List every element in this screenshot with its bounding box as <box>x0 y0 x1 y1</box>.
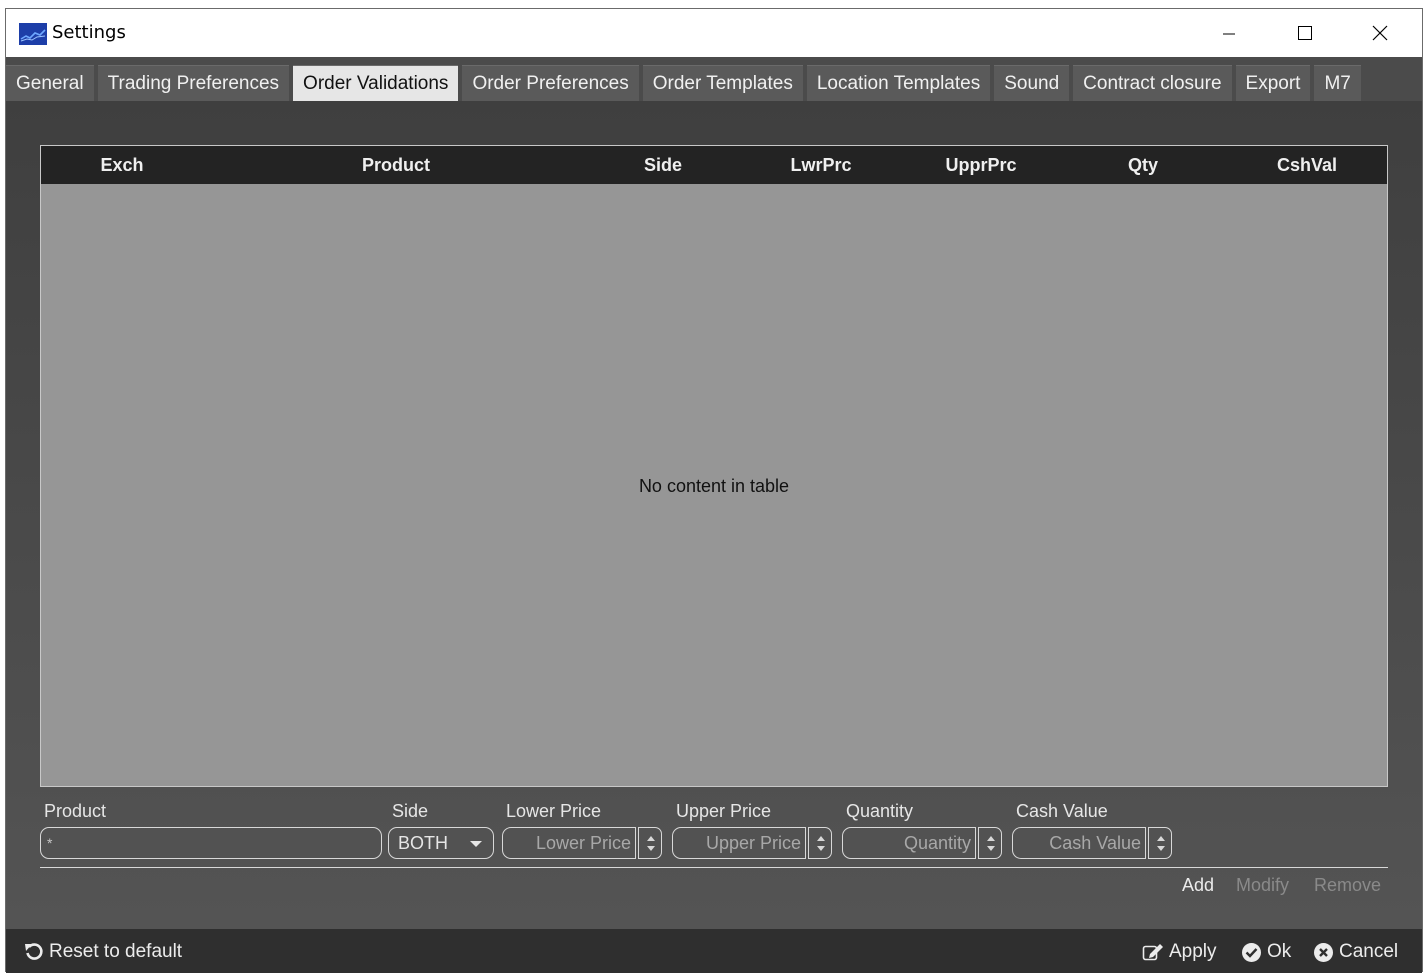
column-header-cshval[interactable]: CshVal <box>1277 146 1337 184</box>
tab-order-validations[interactable]: Order Validations <box>293 65 459 101</box>
spin-down-icon[interactable] <box>647 846 655 851</box>
lower-price-stepper[interactable]: Lower Price <box>502 827 664 859</box>
product-label: Product <box>44 801 107 821</box>
lower-price-spinner[interactable] <box>638 827 662 859</box>
spin-up-icon[interactable] <box>647 836 655 841</box>
quantity-spinner[interactable] <box>978 827 1002 859</box>
spin-up-icon[interactable] <box>817 836 825 841</box>
apply-label: Apply <box>1169 941 1217 962</box>
tab-location-templates[interactable]: Location Templates <box>806 65 991 101</box>
column-header-qty[interactable]: Qty <box>1128 146 1158 184</box>
reset-label: Reset to default <box>49 941 183 962</box>
tab-contract-closure[interactable]: Contract closure <box>1073 65 1232 101</box>
table-empty-message: No content in table <box>638 476 790 496</box>
spin-up-icon[interactable] <box>1157 836 1165 841</box>
column-header-exch[interactable]: Exch <box>100 146 143 184</box>
title-bar: Settings <box>6 9 1422 57</box>
spin-up-icon[interactable] <box>987 836 995 841</box>
quantity-label: Quantity <box>846 801 914 821</box>
column-header-product[interactable]: Product <box>362 146 430 184</box>
app-logo-icon <box>19 23 47 45</box>
dialog-footer: Reset to default Apply Ok Cancel <box>6 929 1422 973</box>
upper-price-label: Upper Price <box>676 801 772 821</box>
column-header-side[interactable]: Side <box>644 146 682 184</box>
lower-price-input[interactable]: Lower Price <box>502 827 636 859</box>
chevron-down-icon <box>470 841 482 847</box>
quantity-stepper[interactable]: Quantity <box>842 827 1004 859</box>
column-header-lwrprc[interactable]: LwrPrc <box>790 146 851 184</box>
product-input-value: * <box>47 835 53 851</box>
product-input[interactable]: * <box>40 827 382 859</box>
settings-window: Settings General Trading Preferences Ord… <box>5 8 1423 973</box>
tab-sound[interactable]: Sound <box>994 65 1070 101</box>
close-icon <box>1372 25 1388 41</box>
maximize-icon <box>1298 26 1312 40</box>
spin-down-icon[interactable] <box>817 846 825 851</box>
upper-price-stepper[interactable]: Upper Price <box>672 827 834 859</box>
table-header: Exch Product Side LwrPrc UpprPrc Qty Csh… <box>41 146 1387 184</box>
modify-button[interactable]: Modify <box>1236 875 1289 896</box>
lower-price-label: Lower Price <box>506 801 602 821</box>
apply-button[interactable]: Apply <box>1142 941 1217 963</box>
maximize-button[interactable] <box>1269 9 1341 57</box>
ok-button[interactable]: Ok <box>1241 941 1291 963</box>
validations-table[interactable]: Exch Product Side LwrPrc UpprPrc Qty Csh… <box>40 145 1388 787</box>
side-select-value: BOTH <box>398 832 449 853</box>
minimize-button[interactable] <box>1193 9 1265 57</box>
add-button[interactable]: Add <box>1182 875 1214 896</box>
cash-value-spinner[interactable] <box>1148 827 1172 859</box>
upper-price-spinner[interactable] <box>808 827 832 859</box>
ok-label: Ok <box>1267 941 1292 962</box>
tab-general[interactable]: General <box>6 65 94 101</box>
remove-button[interactable]: Remove <box>1314 875 1381 896</box>
cancel-button[interactable]: Cancel <box>1313 941 1398 963</box>
check-circle-icon <box>1242 942 1261 962</box>
edit-icon <box>1142 944 1163 961</box>
times-circle-icon <box>1314 942 1333 962</box>
side-label: Side <box>392 801 429 821</box>
tab-m7[interactable]: M7 <box>1314 65 1361 101</box>
cash-value-stepper[interactable]: Cash Value <box>1012 827 1174 859</box>
quantity-input[interactable]: Quantity <box>842 827 976 859</box>
spin-down-icon[interactable] <box>987 846 995 851</box>
reset-to-default-button[interactable]: Reset to default <box>24 941 182 963</box>
minimize-icon <box>1223 33 1235 35</box>
reset-icon <box>25 943 43 960</box>
upper-price-input[interactable]: Upper Price <box>672 827 806 859</box>
tab-export[interactable]: Export <box>1235 65 1311 101</box>
spin-down-icon[interactable] <box>1157 846 1165 851</box>
close-button[interactable] <box>1344 9 1416 57</box>
tab-trading-preferences[interactable]: Trading Preferences <box>97 65 290 101</box>
column-header-upprprc[interactable]: UpprPrc <box>945 146 1016 184</box>
order-validations-panel: Exch Product Side LwrPrc UpprPrc Qty Csh… <box>6 101 1422 929</box>
settings-tabs: General Trading Preferences Order Valida… <box>6 65 1365 101</box>
cash-value-input[interactable]: Cash Value <box>1012 827 1146 859</box>
cash-value-label: Cash Value <box>1016 801 1108 821</box>
tab-order-templates[interactable]: Order Templates <box>642 65 803 101</box>
form-divider <box>40 867 1388 868</box>
tab-order-preferences[interactable]: Order Preferences <box>462 65 639 101</box>
cancel-label: Cancel <box>1339 941 1399 962</box>
side-select[interactable]: BOTH <box>388 827 494 859</box>
window-title: Settings <box>52 22 126 43</box>
